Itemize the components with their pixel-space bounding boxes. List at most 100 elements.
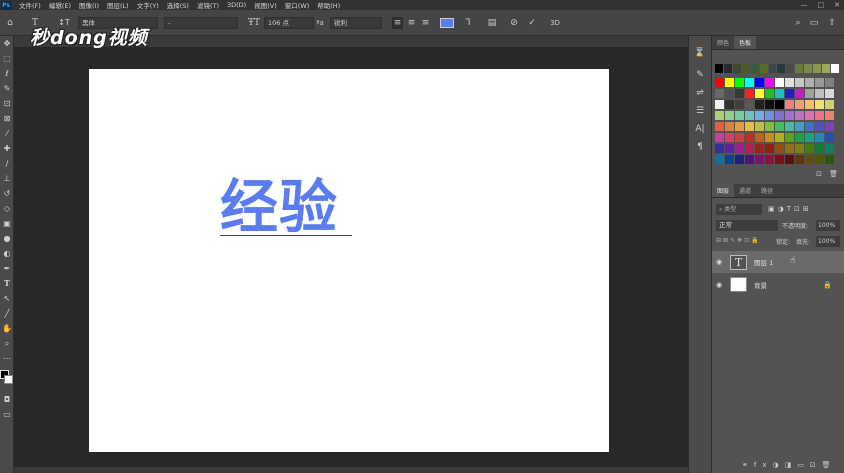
font-size-select[interactable]: 106 点 bbox=[264, 17, 314, 29]
swatch[interactable] bbox=[715, 144, 724, 153]
swatch[interactable] bbox=[765, 133, 774, 142]
swatch[interactable] bbox=[813, 64, 822, 73]
visibility-eye-icon[interactable]: ◉ bbox=[712, 281, 726, 289]
swatch[interactable] bbox=[755, 122, 764, 131]
swatch[interactable] bbox=[755, 155, 764, 164]
swatch[interactable] bbox=[715, 122, 724, 131]
swatch[interactable] bbox=[795, 155, 804, 164]
swatch[interactable] bbox=[755, 78, 764, 87]
share-icon[interactable]: ⇪ bbox=[826, 17, 838, 29]
path-select-tool-icon[interactable]: ↖ bbox=[0, 291, 14, 306]
swatch[interactable] bbox=[741, 64, 750, 73]
swatch[interactable] bbox=[725, 111, 734, 120]
swatch[interactable] bbox=[825, 78, 834, 87]
frame-tool-icon[interactable]: ⊠ bbox=[0, 111, 14, 126]
swatch[interactable] bbox=[795, 111, 804, 120]
swatch[interactable] bbox=[765, 144, 774, 153]
align-right-icon[interactable]: ≡ bbox=[420, 17, 431, 29]
close-button[interactable]: ✕ bbox=[834, 1, 840, 9]
swatch[interactable] bbox=[775, 78, 784, 87]
swatch[interactable] bbox=[759, 64, 768, 73]
swatch[interactable] bbox=[825, 100, 834, 109]
swatch[interactable] bbox=[815, 144, 824, 153]
swatch[interactable] bbox=[750, 64, 759, 73]
canvas-text-layer[interactable]: 经验 bbox=[220, 172, 338, 242]
swatch[interactable] bbox=[815, 78, 824, 87]
swatch[interactable] bbox=[825, 122, 834, 131]
properties-panel-icon[interactable]: ☰ bbox=[689, 102, 711, 120]
tab-channels[interactable]: 通道 bbox=[734, 184, 756, 197]
swatch[interactable] bbox=[830, 64, 839, 73]
swatch[interactable] bbox=[725, 122, 734, 131]
menu-edit[interactable]: 编辑(E) bbox=[49, 0, 71, 10]
workspace-icon[interactable]: ▭ bbox=[808, 17, 820, 29]
tab-paths[interactable]: 路径 bbox=[756, 184, 778, 197]
swatch[interactable] bbox=[825, 155, 834, 164]
swatch[interactable] bbox=[765, 111, 774, 120]
history-panel-icon[interactable]: ⌛ bbox=[689, 44, 711, 62]
swatch[interactable] bbox=[785, 155, 794, 164]
tab-swatches[interactable]: 色板 bbox=[734, 36, 757, 49]
swatch[interactable] bbox=[815, 155, 824, 164]
swatch[interactable] bbox=[715, 78, 724, 87]
swatch[interactable] bbox=[805, 111, 814, 120]
paragraph-panel-icon[interactable]: ¶ bbox=[689, 138, 711, 156]
blur-tool-icon[interactable]: ● bbox=[0, 231, 14, 246]
search-icon[interactable]: ⌕ bbox=[792, 17, 804, 29]
swatch[interactable] bbox=[775, 111, 784, 120]
swatch[interactable] bbox=[725, 133, 734, 142]
swatch[interactable] bbox=[768, 64, 777, 73]
color-swatches[interactable] bbox=[0, 366, 14, 392]
character-panel-icon-side[interactable]: A| bbox=[689, 120, 711, 138]
swatch[interactable] bbox=[822, 64, 830, 73]
screen-mode-icon[interactable]: ▭ bbox=[0, 407, 14, 422]
quick-mask-icon[interactable]: ◘ bbox=[0, 392, 14, 407]
swatch[interactable] bbox=[775, 89, 784, 98]
swatch[interactable] bbox=[755, 133, 764, 142]
swatch[interactable] bbox=[815, 111, 824, 120]
menu-view[interactable]: 视图(V) bbox=[254, 0, 277, 10]
swatch[interactable] bbox=[775, 122, 784, 131]
swatch[interactable] bbox=[745, 111, 754, 120]
swatch[interactable] bbox=[795, 122, 804, 131]
swatch[interactable] bbox=[795, 89, 804, 98]
lasso-tool-icon[interactable]: ℓ bbox=[0, 66, 14, 81]
eyedropper-tool-icon[interactable]: ⁄ bbox=[0, 126, 14, 141]
swatch[interactable] bbox=[745, 100, 754, 109]
layer-name[interactable]: 背景 bbox=[754, 280, 767, 290]
document-canvas[interactable]: 经验 bbox=[89, 69, 609, 452]
type-tool-icon[interactable]: T bbox=[0, 276, 14, 291]
layer-name[interactable]: 图层 1 bbox=[754, 257, 773, 267]
swatch[interactable] bbox=[725, 100, 734, 109]
menu-image[interactable]: 图像(I) bbox=[79, 0, 99, 10]
eraser-tool-icon[interactable]: ◇ bbox=[0, 201, 14, 216]
antialias-select[interactable]: 锐利 bbox=[330, 17, 382, 29]
swatch[interactable] bbox=[723, 64, 732, 73]
brush-panel-icon[interactable]: ✎ bbox=[689, 66, 711, 84]
swatch[interactable] bbox=[815, 89, 824, 98]
swatch[interactable] bbox=[745, 144, 754, 153]
swatch[interactable] bbox=[805, 144, 814, 153]
menu-help[interactable]: 帮助(H) bbox=[317, 0, 340, 10]
swatch[interactable] bbox=[735, 89, 744, 98]
swatch[interactable] bbox=[755, 144, 764, 153]
swatch[interactable] bbox=[785, 144, 794, 153]
swatch[interactable] bbox=[825, 111, 834, 120]
commit-edit-icon[interactable]: ✓ bbox=[526, 17, 538, 29]
swatch[interactable] bbox=[745, 133, 754, 142]
swatch[interactable] bbox=[755, 111, 764, 120]
healing-brush-tool-icon[interactable]: ✚ bbox=[0, 141, 14, 156]
tab-color[interactable]: 颜色 bbox=[712, 36, 734, 49]
menu-type[interactable]: 文字(Y) bbox=[137, 0, 159, 10]
swatch[interactable] bbox=[725, 155, 734, 164]
swatch[interactable] bbox=[805, 155, 814, 164]
background-color-icon[interactable] bbox=[4, 375, 13, 384]
swatch[interactable] bbox=[785, 100, 794, 109]
swatch[interactable] bbox=[735, 133, 744, 142]
pen-tool-icon[interactable]: ✒ bbox=[0, 261, 14, 276]
swatch[interactable] bbox=[765, 78, 774, 87]
swatch[interactable] bbox=[735, 78, 744, 87]
more-tools-icon[interactable]: ⋯ bbox=[0, 351, 14, 366]
menu-layer[interactable]: 图层(L) bbox=[107, 0, 129, 10]
swatch[interactable] bbox=[725, 144, 734, 153]
